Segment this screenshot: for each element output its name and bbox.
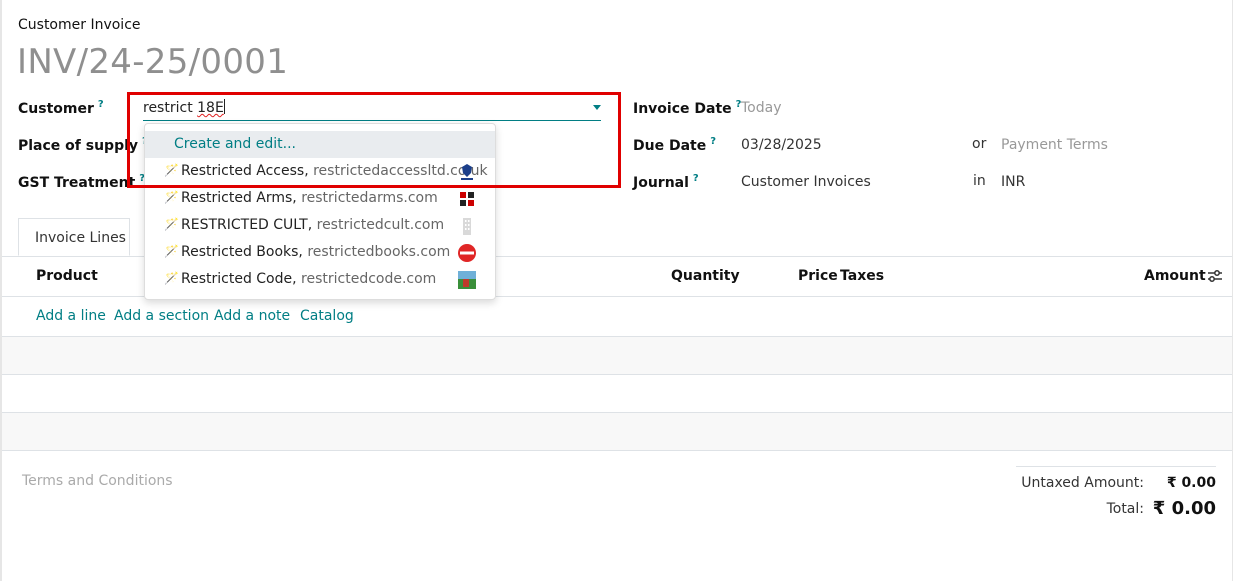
untaxed-amount-value: ₹ 0.00 [1166,475,1216,491]
journal-help-icon[interactable]: ? [693,173,699,184]
place-of-supply-label: Place of supply [18,138,139,154]
column-product[interactable]: Product [36,268,98,284]
invoice-date-label: Invoice Date [633,101,732,117]
add-section-link[interactable]: Add a section [114,308,209,324]
table-row-divider [2,374,1232,375]
add-note-link[interactable]: Add a note [214,308,290,324]
magic-wand-icon: 🪄 [164,217,179,231]
building-placeholder-icon [463,218,471,235]
terms-and-conditions-field[interactable]: Terms and Conditions [22,473,173,489]
gst-treatment-label: GST Treatment [18,175,136,191]
due-date-label-group: Due Date? [633,135,716,154]
column-price[interactable]: Price [798,268,838,284]
magic-wand-icon: 🪄 [164,244,179,258]
currency-input[interactable]: INR [1001,174,1025,190]
in-text: in [973,173,986,189]
invoice-date-label-group: Invoice Date? [633,98,741,117]
document-type-label: Customer Invoice [18,17,141,33]
dropdown-option[interactable]: 🪄 Restricted Arms, restrictedarms.com [145,185,495,212]
restricted-books-logo-icon [458,244,476,262]
payment-terms-input[interactable]: Payment Terms [1001,137,1108,153]
highlight-annotation-box [127,92,621,188]
dropdown-option[interactable]: 🪄 Restricted Books, restrictedbooks.com [145,239,495,266]
table-row-divider [2,450,1232,451]
journal-label-group: Journal? [633,172,699,191]
restricted-arms-logo-icon [459,191,475,207]
add-line-link[interactable]: Add a line [36,308,106,324]
column-amount[interactable]: Amount [1144,268,1206,284]
tab-invoice-lines-label: Invoice Lines [35,230,126,246]
untaxed-amount-label: Untaxed Amount: [1021,475,1144,491]
magic-wand-icon: 🪄 [164,190,179,204]
empty-table-row [2,337,1232,374]
catalog-link[interactable]: Catalog [300,308,354,324]
dropdown-option[interactable]: 🪄 RESTRICTED CULT, restrictedcult.com [145,212,495,239]
empty-table-row [2,413,1232,450]
page-left-border [0,0,2,581]
customer-label-group: Customer? [18,98,104,117]
total-label: Total: [1106,501,1144,517]
totals-divider [1016,466,1216,467]
column-settings-icon[interactable] [1207,268,1223,284]
total-value: ₹ 0.00 [1152,498,1216,519]
invoice-date-input[interactable]: Today [741,100,782,116]
magic-wand-icon: 🪄 [164,271,179,285]
dropdown-option[interactable]: 🪄 Restricted Code, restrictedcode.com [145,266,495,293]
column-taxes[interactable]: Taxes [840,268,884,284]
journal-input[interactable]: Customer Invoices [741,174,871,190]
due-date-input[interactable]: 03/28/2025 [741,137,822,153]
due-date-label: Due Date [633,138,707,154]
due-date-help-icon[interactable]: ? [710,136,716,147]
customer-help-icon[interactable]: ? [98,99,104,110]
tab-invoice-lines[interactable]: Invoice Lines [18,218,130,256]
invoice-number-title: INV/24-25/0001 [17,42,289,82]
column-quantity[interactable]: Quantity [671,268,740,284]
restricted-code-logo-icon [458,271,476,289]
or-text: or [972,136,987,152]
customer-label: Customer [18,101,94,117]
journal-label: Journal [633,175,689,191]
